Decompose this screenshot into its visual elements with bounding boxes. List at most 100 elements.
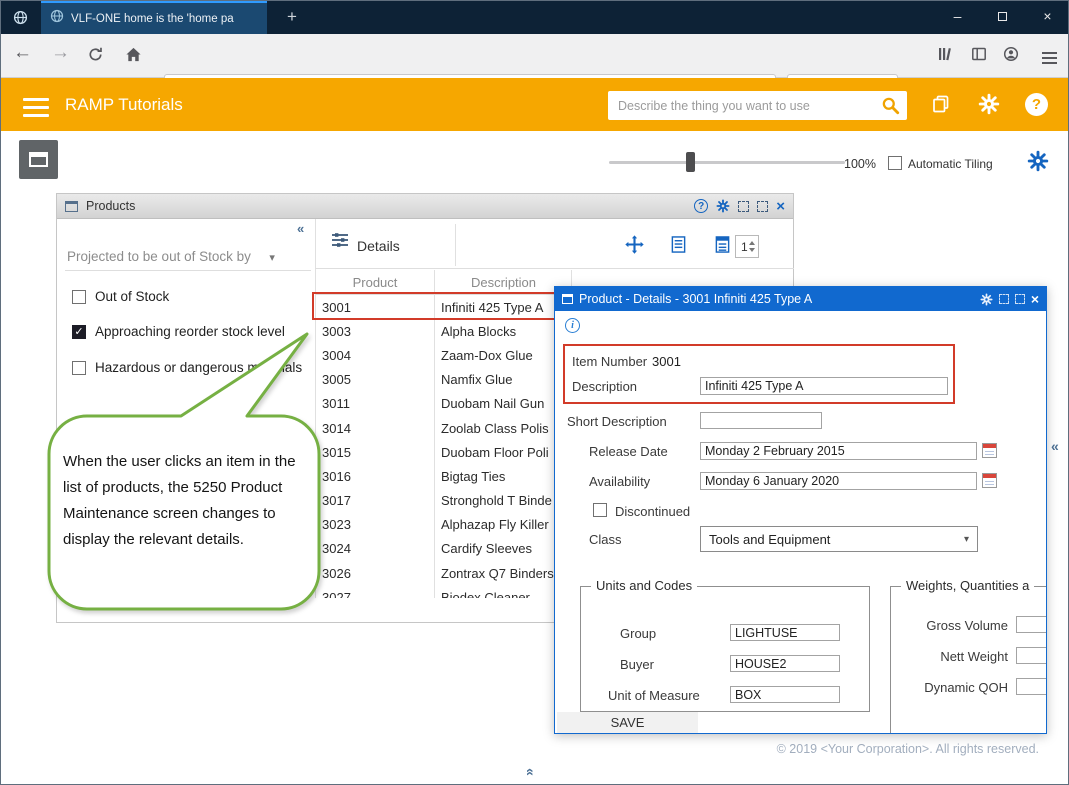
documents-icon[interactable] <box>931 94 951 119</box>
new-tab-button[interactable]: + <box>279 4 305 30</box>
gross-volume-label: Gross Volume <box>900 618 1008 633</box>
group-label: Group <box>620 626 656 641</box>
cell-product: 3017 <box>315 493 435 508</box>
group-input[interactable] <box>730 624 840 641</box>
spin-down-icon[interactable] <box>749 248 755 252</box>
cell-product: 3026 <box>315 566 435 581</box>
availability-input[interactable] <box>700 472 977 490</box>
zoom-slider-track[interactable] <box>609 161 845 164</box>
titlebar: VLF-ONE home is the 'home pa + – × <box>1 1 1069 34</box>
navigation-toolbar: ← → i localhost:8082/LANSA6/DEM/UF_OEXEC… <box>1 34 1069 78</box>
page-spinner[interactable]: 1 <box>735 235 759 258</box>
sidebar-toggle-icon[interactable] <box>971 46 987 62</box>
list-view-icon[interactable] <box>670 235 687 259</box>
short-description-label: Short Description <box>567 414 667 429</box>
filter-checkbox-row[interactable]: Out of Stock <box>72 289 169 304</box>
close-icon[interactable]: × <box>1031 291 1039 307</box>
cell-description: Zaam-Dox Glue <box>435 348 533 363</box>
out-of-stock-checkbox[interactable] <box>72 290 86 304</box>
app-header: RAMP Tutorials ? <box>1 78 1069 131</box>
cell-product: 3015 <box>315 445 435 460</box>
calendar-icon[interactable] <box>982 473 997 488</box>
cell-product: 3027 <box>315 590 435 598</box>
nett-weight-input[interactable] <box>1016 647 1047 664</box>
settings-gear-icon[interactable] <box>978 93 1000 120</box>
cell-product: 3003 <box>315 324 435 339</box>
windows-panel-button[interactable] <box>19 140 58 179</box>
calendar-icon[interactable] <box>982 443 997 458</box>
maximize-icon[interactable] <box>1015 294 1025 304</box>
move-icon[interactable] <box>624 234 645 260</box>
settings-gear-icon[interactable] <box>716 199 730 213</box>
class-select[interactable]: Tools and Equipment ▾ <box>700 526 978 552</box>
copyright-text: © 2019 <Your Corporation>. All rights re… <box>777 742 1039 756</box>
divider <box>455 224 456 266</box>
close-icon[interactable]: × <box>776 200 785 213</box>
description-input[interactable] <box>700 377 948 395</box>
cell-product: 3011 <box>315 396 435 411</box>
cell-description: Biodex Cleaner <box>435 590 530 598</box>
maximize-button[interactable] <box>980 1 1025 33</box>
dialog-title: Product - Details - 3001 Infiniti 425 Ty… <box>579 292 974 306</box>
zoom-slider-handle[interactable] <box>686 152 695 172</box>
checkbox-label: Out of Stock <box>95 289 169 304</box>
item-number-label: Item Number <box>572 354 647 369</box>
framework-search-input[interactable] <box>618 92 876 119</box>
discontinued-checkbox[interactable] <box>593 503 607 517</box>
minimize-button[interactable]: – <box>935 1 980 33</box>
dialog-titlebar[interactable]: Product - Details - 3001 Infiniti 425 Ty… <box>555 287 1046 311</box>
products-window-titlebar[interactable]: Products ? × <box>57 194 793 219</box>
weights-quantities-legend: Weights, Quantities a <box>901 578 1034 593</box>
unit-of-measure-label: Unit of Measure <box>608 688 700 703</box>
menu-button[interactable] <box>1042 49 1057 67</box>
gross-volume-input[interactable] <box>1016 616 1047 633</box>
help-icon[interactable]: ? <box>694 199 708 213</box>
reload-button[interactable] <box>87 46 104 63</box>
buyer-input[interactable] <box>730 655 840 672</box>
back-button[interactable]: ← <box>13 42 32 64</box>
save-button[interactable]: SAVE <box>557 712 698 733</box>
cell-description: Infiniti 425 Type A <box>435 300 543 315</box>
report-view-icon[interactable] <box>714 235 731 259</box>
dynamic-qoh-input[interactable] <box>1016 678 1047 695</box>
automatic-tiling-checkbox[interactable] <box>888 156 902 170</box>
maximize-icon <box>998 12 1007 21</box>
close-button[interactable]: × <box>1025 1 1069 33</box>
collapse-bottom-icon[interactable]: « <box>523 768 539 776</box>
library-icon[interactable] <box>937 46 953 62</box>
divider <box>315 268 794 269</box>
spin-up-icon[interactable] <box>749 241 755 245</box>
short-description-input[interactable] <box>700 412 822 429</box>
framework-search[interactable] <box>608 91 907 120</box>
description-label: Description <box>572 379 637 394</box>
column-header-description[interactable]: Description <box>435 275 572 290</box>
release-date-input[interactable] <box>700 442 977 460</box>
browser-tab[interactable]: VLF-ONE home is the 'home pa <box>41 1 267 34</box>
restore-icon[interactable] <box>999 294 1009 304</box>
cell-description: Alpha Blocks <box>435 324 516 339</box>
framework-settings-gear-icon[interactable] <box>1027 150 1049 177</box>
restore-icon[interactable] <box>738 201 749 212</box>
forward-button[interactable]: → <box>51 42 70 64</box>
account-icon[interactable] <box>1003 46 1019 62</box>
stock-filter-dropdown[interactable]: Projected to be out of Stock by ▾ <box>67 248 275 266</box>
settings-gear-icon[interactable] <box>980 293 993 306</box>
automatic-tiling-label: Automatic Tiling <box>908 157 993 171</box>
home-button[interactable] <box>125 46 142 63</box>
cell-description: Bigtag Ties <box>435 469 505 484</box>
collapse-filter-icon[interactable]: « <box>297 221 304 236</box>
unit-of-measure-input[interactable] <box>730 686 840 703</box>
stock-filter-label: Projected to be out of Stock by <box>67 249 251 264</box>
tab-details[interactable]: Details <box>357 238 400 254</box>
caret-down-icon: ▾ <box>964 534 969 545</box>
product-details-dialog: Product - Details - 3001 Infiniti 425 Ty… <box>554 286 1047 734</box>
app-menu-icon[interactable] <box>23 93 49 122</box>
cell-description: Zoolab Class Polis <box>435 421 549 436</box>
help-icon[interactable]: ? <box>1025 93 1048 116</box>
collapse-right-icon[interactable]: « <box>1051 438 1059 454</box>
search-icon[interactable] <box>881 96 900 120</box>
cell-description: Duobam Nail Gun <box>435 396 544 411</box>
maximize-icon[interactable] <box>757 201 768 212</box>
column-header-product[interactable]: Product <box>315 275 435 290</box>
info-icon[interactable]: i <box>565 318 580 333</box>
